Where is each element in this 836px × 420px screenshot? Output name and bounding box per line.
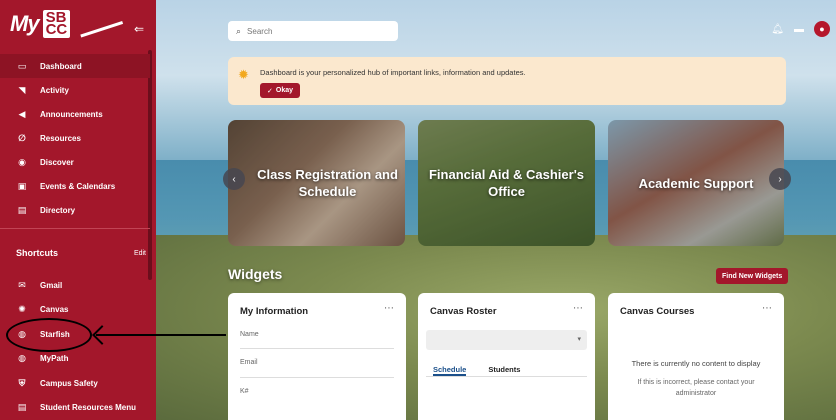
widget-title: My Information — [240, 306, 309, 317]
lightbulb-icon: ✹ — [238, 67, 249, 82]
carousel-card-class-registration[interactable]: Class Registration and Schedule — [228, 120, 405, 246]
carousel-next-button[interactable]: › — [769, 168, 791, 190]
logo-mark-bottom: CC — [45, 21, 68, 38]
empty-state-message: There is currently no content to display — [631, 359, 761, 368]
top-actions: 🔔︎ ▬ ● — [771, 21, 830, 37]
shortcuts-title: Shortcuts — [16, 248, 59, 258]
shortcut-student-resources-menu[interactable]: ▤ Student Resources Menu — [0, 396, 150, 420]
widget-my-information: My Information ⋯ Name Email K# — [228, 293, 406, 420]
annotation-circle — [6, 318, 92, 352]
field-name-label: Name — [240, 331, 259, 338]
roster-tabs: Schedule Students — [426, 357, 587, 377]
welcome-banner: ✹ Dashboard is your personalized hub of … — [228, 57, 786, 105]
tab-students[interactable]: Students — [488, 357, 520, 376]
search-icon: ⌕ — [236, 25, 242, 36]
megaphone-icon: ◀ — [18, 108, 26, 119]
more-options-icon[interactable]: ⋯ — [384, 303, 394, 314]
card-title: Class Registration and Schedule — [257, 167, 398, 199]
shortcut-label: Student Resources Menu — [40, 403, 137, 413]
logo-text: My — [10, 11, 40, 36]
paperclip-icon: ∅ — [18, 132, 26, 143]
search-input[interactable]: ⌕ Search — [228, 21, 398, 41]
canvas-icon: ✺ — [18, 304, 26, 315]
rss-icon: ◥ — [18, 84, 26, 95]
chat-icon[interactable]: ▬ — [794, 24, 804, 35]
sidebar-item-events-calendars[interactable]: ▣ Events & Calendars — [0, 174, 150, 198]
carousel-card-academic-support[interactable]: Academic Support — [608, 120, 784, 246]
sidebar: My SB CC ⇐ ▭ Dashboard ◥ Activity ◀ Anno… — [0, 0, 156, 420]
shortcut-label: Canvas — [40, 305, 69, 315]
sidebar-item-resources[interactable]: ∅ Resources — [0, 126, 150, 150]
chevron-left-icon: ‹ — [232, 173, 236, 185]
widget-canvas-roster: Canvas Roster ⋯ ▾ Schedule Students — [418, 293, 595, 420]
sidebar-item-dashboard[interactable]: ▭ Dashboard — [0, 54, 150, 78]
card-title: Financial Aid & Cashier's Office — [428, 167, 585, 199]
logo-mark: SB CC — [42, 10, 71, 38]
search-placeholder: Search — [247, 26, 273, 36]
monitor-icon: ▭ — [17, 60, 27, 71]
field-divider — [240, 348, 394, 349]
okay-label: Okay — [275, 87, 293, 94]
globe-icon: ◍ — [18, 353, 26, 364]
sidebar-item-label: Events & Calendars — [40, 181, 116, 191]
primary-nav: ▭ Dashboard ◥ Activity ◀ Announcements ∅… — [0, 54, 150, 222]
chevron-right-icon: › — [778, 173, 782, 185]
bell-icon[interactable]: 🔔︎ — [771, 24, 784, 35]
sidebar-item-label: Announcements — [40, 109, 103, 119]
carousel-prev-button[interactable]: ‹ — [223, 168, 245, 190]
sidebar-item-label: Directory — [40, 205, 76, 215]
shortcut-gmail[interactable]: ✉ Gmail — [0, 273, 150, 298]
widget-canvas-courses: Canvas Courses ⋯ There is currently no c… — [608, 293, 784, 420]
check-icon: ✓ — [267, 87, 273, 95]
sidebar-item-label: Discover — [40, 157, 74, 167]
shortcut-label: Campus Safety — [40, 378, 98, 388]
document-icon: ▤ — [17, 402, 27, 413]
shield-icon: ⛨ — [18, 377, 26, 388]
sidebar-item-discover[interactable]: ◉ Discover — [0, 150, 150, 174]
sidebar-item-directory[interactable]: ▤ Directory — [0, 198, 150, 222]
chevron-down-icon: ▾ — [577, 336, 581, 343]
more-options-icon[interactable]: ⋯ — [762, 303, 772, 314]
field-email-label: Email — [240, 359, 258, 366]
annotation-arrow — [96, 334, 226, 336]
sidebar-item-activity[interactable]: ◥ Activity — [0, 78, 150, 102]
widget-title: Canvas Roster — [430, 306, 497, 317]
address-book-icon: ▤ — [17, 204, 27, 215]
field-knumber-label: K# — [240, 388, 249, 395]
shortcut-label: Gmail — [40, 280, 63, 290]
tab-schedule[interactable]: Schedule — [433, 357, 467, 376]
shortcut-campus-safety[interactable]: ⛨ Campus Safety — [0, 371, 150, 396]
shortcut-canvas[interactable]: ✺ Canvas — [0, 298, 150, 323]
shortcut-label: MyPath — [40, 354, 69, 364]
widgets-title: Widgets — [228, 266, 283, 282]
okay-button[interactable]: ✓ Okay — [260, 83, 300, 98]
app-logo[interactable]: My SB CC — [0, 0, 156, 48]
more-options-icon[interactable]: ⋯ — [573, 303, 583, 314]
banner-message: Dashboard is your personalized hub of im… — [260, 68, 526, 77]
sidebar-item-announcements[interactable]: ◀ Announcements — [0, 102, 150, 126]
find-new-widgets-button[interactable]: Find New Widgets — [716, 268, 789, 284]
course-select[interactable]: ▾ — [426, 330, 587, 350]
collapse-sidebar-icon[interactable]: ⇐ — [134, 22, 144, 36]
sidebar-item-label: Activity — [40, 85, 69, 95]
sidebar-divider — [0, 228, 150, 229]
user-avatar-icon[interactable]: ● — [814, 21, 830, 37]
field-divider — [240, 377, 394, 378]
widget-title: Canvas Courses — [620, 306, 695, 317]
shortcuts-header: Shortcuts Edit — [16, 248, 146, 258]
card-title: Academic Support — [638, 175, 754, 191]
empty-state-help: If this is incorrect, please contact you… — [637, 379, 755, 397]
calendar-icon: ▣ — [17, 180, 27, 191]
shortcut-mypath[interactable]: ◍ MyPath — [0, 347, 150, 372]
sidebar-item-label: Dashboard — [40, 61, 82, 71]
logo-pen-icon — [77, 10, 124, 38]
compass-icon: ◉ — [18, 156, 26, 167]
mail-icon: ✉ — [18, 279, 26, 290]
sidebar-item-label: Resources — [40, 133, 81, 143]
carousel-card-financial-aid[interactable]: Financial Aid & Cashier's Office — [418, 120, 595, 246]
edit-shortcuts-link[interactable]: Edit — [134, 250, 146, 257]
